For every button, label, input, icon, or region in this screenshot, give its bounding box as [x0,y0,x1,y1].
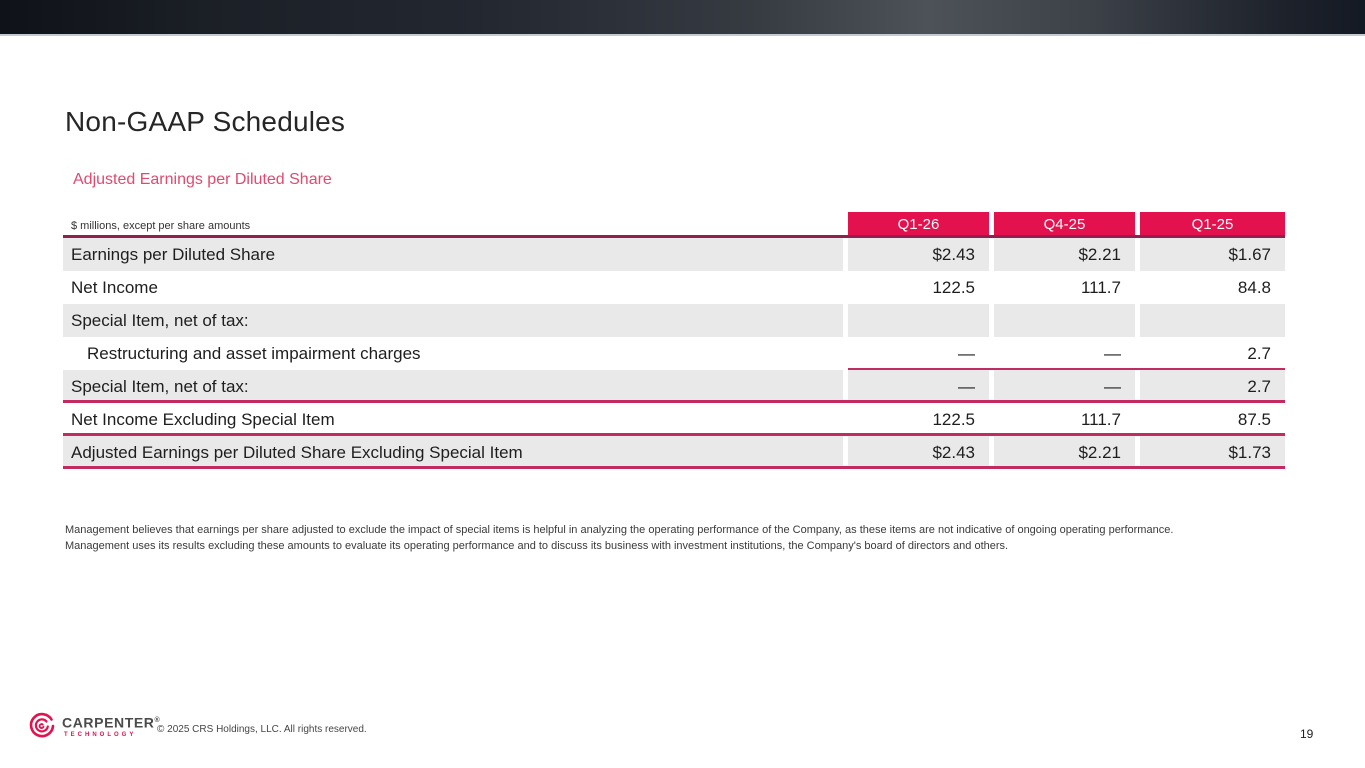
row-label: Special Item, net of tax: [63,304,843,337]
row-value: 87.5 [1140,403,1285,433]
page-number: 19 [1300,727,1313,741]
slide-canvas: Non-GAAP Schedules Adjusted Earnings per… [0,0,1365,768]
logo-text: CARPENTER® TECHNOLOGY [62,714,160,738]
footnote-line: Management believes that earnings per sh… [65,522,1265,538]
row-value: — [994,337,1135,370]
top-accent-bar [0,0,1365,36]
row-value: $2.43 [848,238,989,271]
table-row: Special Item, net of tax: [63,304,1285,337]
row-value: 111.7 [994,403,1135,433]
table-row: Net Income122.5111.784.8 [63,271,1285,304]
logo-primary-text: CARPENTER® [62,714,160,730]
row-label: Adjusted Earnings per Diluted Share Excl… [63,436,843,466]
row-value: $2.43 [848,436,989,466]
table-header-row: $ millions, except per share amounts Q1-… [63,212,1285,238]
column-header-q1-26: Q1-26 [848,212,989,235]
company-logo: CARPENTER® TECHNOLOGY [28,712,160,740]
column-header-q1-25: Q1-25 [1140,212,1285,235]
table-row: Earnings per Diluted Share$2.43$2.21$1.6… [63,238,1285,271]
row-label: Net Income Excluding Special Item [63,403,843,433]
row-label: Earnings per Diluted Share [63,238,843,271]
row-value: 122.5 [848,271,989,304]
column-header-q4-25: Q4-25 [994,212,1135,235]
row-value: — [994,370,1135,400]
row-value: 84.8 [1140,271,1285,304]
row-value: 2.7 [1140,370,1285,400]
row-label: Net Income [63,271,843,304]
row-value: $2.21 [994,436,1135,466]
table-body: Earnings per Diluted Share$2.43$2.21$1.6… [63,238,1285,469]
row-label: Restructuring and asset impairment charg… [63,337,843,370]
row-label: Special Item, net of tax: [63,370,843,400]
row-value: — [848,337,989,370]
row-value [1140,304,1285,337]
table-row: Special Item, net of tax:——2.7 [63,370,1285,403]
footnote-line: Management uses its results excluding th… [65,538,1265,554]
table-subtitle: Adjusted Earnings per Diluted Share [73,171,332,189]
row-value: $1.73 [1140,436,1285,466]
row-value [994,304,1135,337]
page-title: Non-GAAP Schedules [65,106,345,138]
table-row: Adjusted Earnings per Diluted Share Excl… [63,436,1285,469]
row-value: 2.7 [1140,337,1285,370]
row-value: $2.21 [994,238,1135,271]
row-value: — [848,370,989,400]
table-unit-label: $ millions, except per share amounts [63,212,843,235]
table-row: Net Income Excluding Special Item122.511… [63,403,1285,436]
row-value: 111.7 [994,271,1135,304]
row-value: $1.67 [1140,238,1285,271]
logo-secondary-text: TECHNOLOGY [62,732,160,738]
footnote: Management believes that earnings per sh… [65,522,1265,554]
table-row: Restructuring and asset impairment charg… [63,337,1285,370]
row-value: 122.5 [848,403,989,433]
adjusted-eps-table: $ millions, except per share amounts Q1-… [63,212,1285,469]
row-value [848,304,989,337]
carpenter-swirl-icon [28,712,56,740]
copyright-text: © 2025 CRS Holdings, LLC. All rights res… [157,724,367,735]
